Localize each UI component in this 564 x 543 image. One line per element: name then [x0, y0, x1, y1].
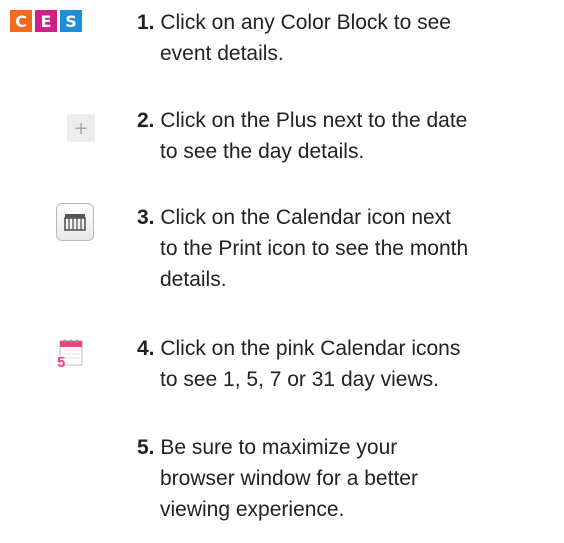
- step-5-line-1: 5. Be sure to maximize your: [137, 432, 418, 463]
- step-4-line-2: to see 1, 5, 7 or 31 day views.: [160, 368, 439, 391]
- pink-calendar-icon[interactable]: 5: [56, 337, 86, 371]
- color-block-c[interactable]: C: [10, 10, 32, 32]
- month-calendar-icon[interactable]: [56, 203, 94, 241]
- step-4-line-1: 4. Click on the pink Calendar icons: [137, 333, 460, 364]
- step-2-line-2: to see the day details.: [160, 140, 365, 163]
- step-3: 3. Click on the Calendar icon next to th…: [137, 202, 468, 295]
- step-5-text: Be sure to maximize your: [154, 436, 398, 459]
- step-2-line-1: 2. Click on the Plus next to the date: [137, 105, 467, 136]
- step-1-line-2: event details.: [160, 42, 284, 65]
- color-block-s[interactable]: S: [60, 10, 82, 32]
- color-blocks-legend: C E S: [10, 10, 82, 32]
- step-3-number: 3.: [137, 206, 155, 229]
- step-4-number: 4.: [137, 337, 155, 360]
- pink-calendar-graphic: 5: [57, 339, 83, 371]
- calendar-number-label: 5: [57, 354, 65, 369]
- step-3-line-2: to the Print icon to see the month: [160, 237, 469, 260]
- calendar-grid-icon: [64, 214, 86, 231]
- color-block-e[interactable]: E: [35, 10, 57, 32]
- step-5-line-3: viewing experience.: [160, 498, 345, 521]
- step-2: 2. Click on the Plus next to the date to…: [137, 105, 467, 167]
- step-5-number: 5.: [137, 436, 155, 459]
- step-1-number: 1.: [137, 11, 155, 34]
- step-2-number: 2.: [137, 109, 155, 132]
- step-5-line-2: browser window for a better: [160, 467, 418, 490]
- step-3-line-1: 3. Click on the Calendar icon next: [137, 202, 468, 233]
- step-2-text: Click on the Plus next to the date: [154, 109, 468, 132]
- step-3-line-3: details.: [160, 268, 227, 291]
- step-4-text: Click on the pink Calendar icons: [154, 337, 461, 360]
- plus-icon[interactable]: +: [67, 114, 95, 142]
- step-4: 4. Click on the pink Calendar icons to s…: [137, 333, 460, 395]
- step-1-line-1: 1. Click on any Color Block to see: [137, 7, 451, 38]
- step-3-text: Click on the Calendar icon next: [154, 206, 452, 229]
- step-1: 1. Click on any Color Block to see event…: [137, 7, 451, 69]
- step-5: 5. Be sure to maximize your browser wind…: [137, 432, 418, 525]
- step-1-text: Click on any Color Block to see: [154, 11, 451, 34]
